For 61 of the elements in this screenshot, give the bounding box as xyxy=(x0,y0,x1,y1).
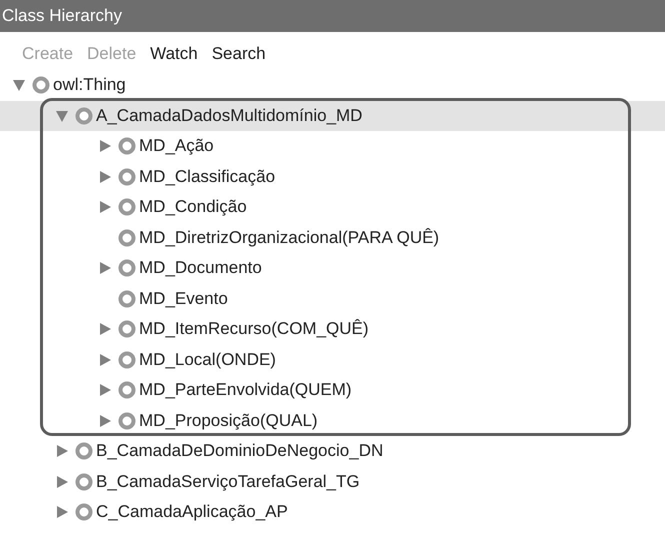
ring-icon xyxy=(75,442,93,460)
tree-item[interactable]: MD_Ação xyxy=(0,131,665,162)
expand-triangle-icon[interactable] xyxy=(55,444,69,458)
expand-triangle-icon[interactable] xyxy=(98,170,112,184)
tree-item[interactable]: MD_Condição xyxy=(0,192,665,222)
tree-item[interactable]: A_CamadaDadosMultidomínio_MD xyxy=(0,100,665,131)
tree-item[interactable]: MD_Classificação xyxy=(0,162,665,192)
tree-item[interactable]: C_CamadaAplicação_AP xyxy=(0,497,665,528)
class-label: MD_Evento xyxy=(139,288,228,309)
class-label: MD_ItemRecurso(COM_QUÊ) xyxy=(139,319,369,340)
tree-item[interactable]: MD_Local(ONDE) xyxy=(0,344,665,375)
ring-icon xyxy=(32,76,50,94)
tree-item[interactable]: MD_ParteEnvolvida(QUEM) xyxy=(0,375,665,406)
ring-icon xyxy=(118,290,136,308)
expand-triangle-icon[interactable] xyxy=(98,352,112,367)
tree-item[interactable]: B_CamadaDeDominioDeNegocio_DN xyxy=(0,436,665,466)
expand-triangle-icon[interactable] xyxy=(98,383,112,398)
ring-icon xyxy=(118,259,136,278)
ring-icon xyxy=(118,350,136,369)
class-label: MD_Proposição(QUAL) xyxy=(139,410,318,431)
class-label: MD_Condição xyxy=(139,197,247,218)
expand-triangle-icon[interactable] xyxy=(98,322,112,336)
class-label: MD_Classificação xyxy=(139,166,276,187)
ring-icon xyxy=(118,412,136,430)
window-title: Class Hierarchy xyxy=(2,6,122,26)
ring-icon xyxy=(118,168,136,186)
toolbar-button[interactable]: Search xyxy=(212,44,266,64)
class-label: B_CamadaServiçoTarefaGeral_TG xyxy=(96,472,360,492)
ring-icon xyxy=(118,228,136,247)
expand-triangle-icon[interactable] xyxy=(98,261,112,276)
expand-triangle-icon[interactable] xyxy=(55,505,69,520)
class-label: MD_ParteEnvolvida(QUEM) xyxy=(139,380,352,400)
ring-icon xyxy=(75,106,93,125)
expand-triangle-icon[interactable] xyxy=(98,414,112,428)
class-label: MD_Local(ONDE) xyxy=(139,350,276,370)
ring-icon xyxy=(118,198,136,216)
class-label: C_CamadaAplicação_AP xyxy=(96,502,288,522)
collapse-triangle-icon[interactable] xyxy=(12,78,26,92)
class-label: A_CamadaDadosMultidomínio_MD xyxy=(96,106,362,126)
class-label: B_CamadaDeDominioDeNegocio_DN xyxy=(96,441,384,462)
tree-item[interactable]: B_CamadaServiçoTarefaGeral_TG xyxy=(0,466,665,497)
tree-item[interactable]: MD_Proposição(QUAL) xyxy=(0,406,665,436)
toolbar-button[interactable]: Watch xyxy=(150,44,198,64)
ring-icon xyxy=(75,503,93,522)
ring-icon xyxy=(75,472,93,491)
class-label: MD_DiretrizOrganizacional(PARA QUÊ) xyxy=(139,228,440,248)
tree-item[interactable]: owl:Thing xyxy=(0,70,665,100)
ring-icon xyxy=(118,320,136,338)
class-label: MD_Documento xyxy=(139,258,262,278)
expand-triangle-icon[interactable] xyxy=(55,474,69,489)
tree-item[interactable]: MD_Documento xyxy=(0,253,665,284)
ring-icon xyxy=(118,137,136,156)
collapse-triangle-icon[interactable] xyxy=(55,108,69,123)
tree-item[interactable]: MD_Evento xyxy=(0,284,665,314)
expand-triangle-icon[interactable] xyxy=(98,200,112,214)
ring-icon xyxy=(118,381,136,400)
expand-triangle-icon[interactable] xyxy=(98,139,112,154)
class-label: MD_Ação xyxy=(139,136,214,156)
class-label: owl:Thing xyxy=(53,75,126,96)
tree-item[interactable]: MD_ItemRecurso(COM_QUÊ) xyxy=(0,314,665,344)
tree-item[interactable]: MD_DiretrizOrganizacional(PARA QUÊ) xyxy=(0,222,665,253)
